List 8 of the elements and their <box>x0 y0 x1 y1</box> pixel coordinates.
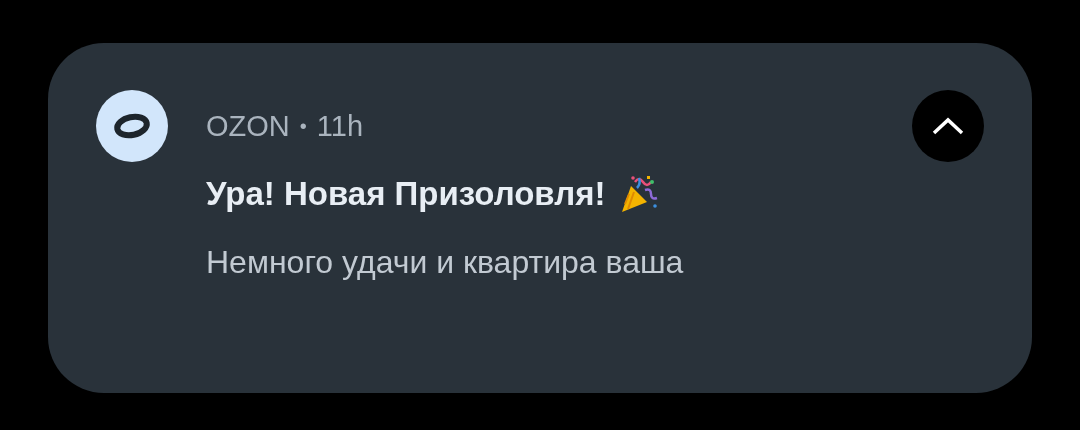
notification-body: Немного удачи и квартира ваша <box>206 244 685 281</box>
separator-dot: • <box>299 114 307 138</box>
chevron-up-icon <box>930 115 966 137</box>
notification-title: Ура! Новая Призоловля! <box>206 175 606 213</box>
app-name: OZON <box>206 109 290 143</box>
notification-card[interactable]: OZON • 11h Ура! Новая Призоловля! Немного удачи и квартира ваша <box>48 43 1032 393</box>
party-popper-icon <box>619 174 660 214</box>
timestamp: 11h <box>316 109 364 143</box>
